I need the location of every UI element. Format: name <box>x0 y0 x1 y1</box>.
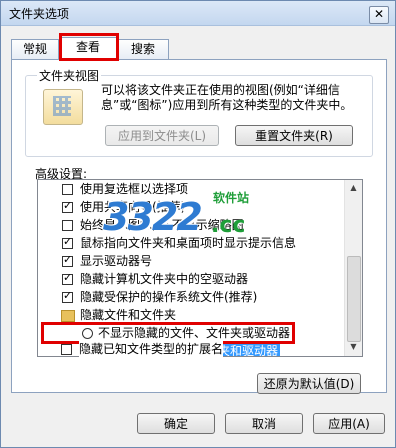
apply-to-folders-button[interactable]: 应用到文件夹(L) <box>105 125 219 146</box>
tab-general[interactable]: 常规 <box>11 39 59 59</box>
ok-button[interactable]: 确定 <box>137 413 215 434</box>
watermark-text: 软件站 <box>213 191 250 205</box>
list-item[interactable]: 隐藏已知文件类型的扩展名 <box>79 340 224 358</box>
scroll-thumb[interactable] <box>347 256 361 342</box>
checkbox[interactable] <box>62 235 73 249</box>
restore-defaults-button[interactable]: 还原为默认值(D) <box>257 373 361 394</box>
scroll-down-icon[interactable]: ▼ <box>346 340 361 355</box>
tab-view-highlight-box <box>59 33 119 61</box>
scroll-up-icon[interactable]: ▲ <box>346 181 361 196</box>
site-watermark: 3322 软件站 .cc <box>103 189 273 245</box>
watermark-domain: .cc <box>211 213 246 238</box>
checkbox[interactable] <box>62 271 73 285</box>
cancel-button[interactable]: 取消 <box>225 413 303 434</box>
list-item[interactable]: 隐藏计算机文件夹中的空驱动器 <box>80 270 248 288</box>
tab-search[interactable]: 搜索 <box>117 39 169 59</box>
folder-views-label: 文件夹视图 <box>37 67 102 84</box>
window-title: 文件夹选项 <box>9 7 70 21</box>
checkbox[interactable] <box>62 289 73 303</box>
folder-view-icon <box>43 89 83 125</box>
folder-views-description: 可以将该文件夹正在使用的视图(例如“详细信息”或“图标”)应用到所有这种类型的文… <box>101 83 353 112</box>
list-item[interactable]: 隐藏受保护的操作系统文件(推荐) <box>80 288 257 306</box>
vertical-scrollbar[interactable]: ▲ ▼ <box>344 180 362 356</box>
checkbox[interactable] <box>62 184 73 195</box>
folder-options-window: 文件夹选项 ✕ 常规 查看 搜索 文件夹视图 可以将该文件夹正在使用的视图(例如… <box>0 0 396 448</box>
close-icon: ✕ <box>373 7 385 21</box>
watermark-number: 3322 <box>103 195 203 239</box>
close-button[interactable]: ✕ <box>369 6 389 24</box>
apply-button[interactable]: 应用(A) <box>313 413 385 434</box>
checkbox[interactable] <box>61 344 72 355</box>
checkbox[interactable] <box>62 220 73 231</box>
reset-folders-button[interactable]: 重置文件夹(R) <box>235 125 353 146</box>
folder-icon <box>61 310 75 322</box>
list-item[interactable]: 显示驱动器号 <box>80 252 152 270</box>
checkbox[interactable] <box>62 199 73 213</box>
checkbox[interactable] <box>62 253 73 267</box>
title-bar: 文件夹选项 ✕ <box>1 1 395 26</box>
